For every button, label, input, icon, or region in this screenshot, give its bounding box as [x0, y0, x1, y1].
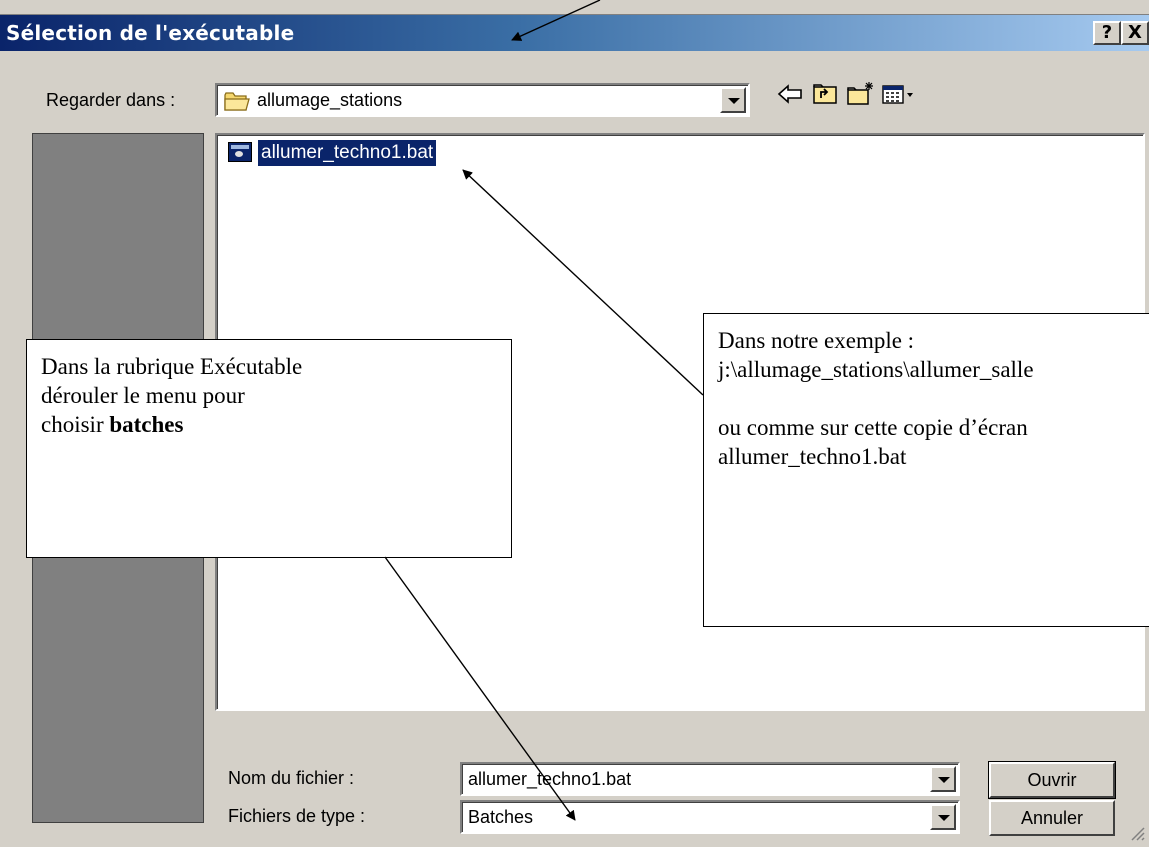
arrow-to-file — [462, 169, 704, 396]
arrow-to-filetype — [384, 556, 576, 821]
annotation-arrows — [384, 0, 704, 821]
arrow-to-title — [511, 0, 601, 41]
